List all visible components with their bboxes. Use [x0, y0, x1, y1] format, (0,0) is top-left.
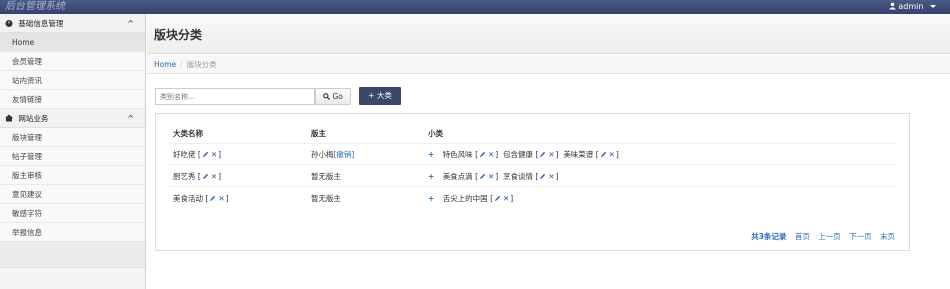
sidebar-item-feedback[interactable]: 意见建议	[0, 185, 145, 204]
plus-icon[interactable]: +	[428, 172, 434, 181]
revoke-moderator-link[interactable]: [撤销]	[334, 150, 355, 159]
total-records: 共3条记录	[751, 232, 787, 241]
home-icon	[5, 114, 13, 122]
pager-first[interactable]: 首页	[795, 232, 810, 241]
moderator-name: 暂无版主	[311, 194, 341, 203]
sidebar-group-label: 网站业务	[18, 114, 49, 123]
app-title: 后台管理系统	[5, 1, 65, 12]
close-x-icon[interactable]: ✕	[218, 194, 224, 203]
pager-last[interactable]: 末页	[880, 232, 895, 241]
row-divider	[170, 164, 896, 165]
sidebar-item-members[interactable]: 会员管理	[0, 52, 145, 71]
table-row-category: 好吃佬 [✕]	[173, 150, 222, 159]
pencil-icon[interactable]	[539, 173, 546, 180]
subcategory-name: 特色风味	[442, 150, 473, 159]
breadcrumb-current: 版块分类	[186, 60, 217, 69]
user-icon	[888, 2, 896, 10]
table-row-subcategories: + 美食点滴 [✕] 烹食谈情 [✕]	[428, 172, 559, 181]
sidebar-item-boards[interactable]: 版块管理	[0, 128, 145, 147]
page-title: 版块分类	[154, 28, 203, 42]
close-x-icon[interactable]: ✕	[488, 172, 494, 181]
breadcrumb: Home / 版块分类	[147, 55, 950, 74]
table-row-category: 美食活动 [✕]	[173, 194, 229, 203]
pagination: 共3条记录 首页 上一页 下一页 末页	[745, 231, 895, 242]
dashboard-icon	[5, 20, 13, 27]
sidebar-item-news[interactable]: 站内资讯	[0, 71, 145, 90]
main-content: 版块分类 Home/版块分类 Go + 大类 大类名称 版主 小类 好吃佬 [✕…	[147, 14, 950, 289]
pencil-icon[interactable]	[539, 151, 546, 158]
close-x-icon[interactable]: ✕	[548, 172, 554, 181]
moderator-name: 暂无版主	[311, 172, 341, 181]
table-row-category: 厨艺秀 [✕]	[173, 172, 222, 181]
sidebar-group-business[interactable]: 网站业务 ^	[0, 109, 145, 128]
go-label: Go	[332, 92, 343, 101]
table-row-moderator: 暂无版主	[311, 193, 341, 204]
moderator-name: 孙小梅	[311, 150, 334, 159]
category-name: 厨艺秀	[173, 172, 196, 181]
pager-prev[interactable]: 上一页	[818, 232, 841, 241]
sidebar-footer	[0, 242, 145, 268]
sidebar-item-sensitive-words[interactable]: 敏感字符	[0, 204, 145, 223]
row-divider	[170, 186, 896, 187]
category-name: 好吃佬	[173, 150, 196, 159]
page-header: 版块分类	[147, 14, 950, 54]
breadcrumb-separator: /	[180, 60, 183, 69]
pencil-icon[interactable]	[209, 195, 216, 202]
plus-icon[interactable]: +	[428, 194, 434, 203]
sidebar-group-basic[interactable]: 基础信息管理 ^	[0, 14, 145, 33]
user-menu[interactable]: admin	[888, 2, 936, 12]
table-row-moderator: 暂无版主	[311, 171, 341, 182]
top-navbar: 后台管理系统 admin	[0, 0, 950, 14]
header-subcategories: 小类	[428, 129, 443, 138]
close-x-icon[interactable]: ✕	[488, 150, 494, 159]
close-x-icon[interactable]: ✕	[609, 150, 615, 159]
collapse-toggle[interactable]: ^	[127, 109, 134, 128]
search-icon	[323, 93, 331, 100]
subcategory-name: 包含健康	[503, 150, 533, 159]
pencil-icon[interactable]	[494, 195, 501, 202]
chevron-down-icon	[930, 5, 936, 8]
header-moderator: 版主	[311, 129, 326, 138]
close-x-icon[interactable]: ✕	[503, 194, 509, 203]
table-row-subcategories: + 舌尖上的中国 [✕]	[428, 194, 514, 203]
sidebar-group-label: 基础信息管理	[18, 19, 64, 28]
sidebar-item-links[interactable]: 友情链接	[0, 90, 145, 109]
sidebar-item-moderator-review[interactable]: 版主审核	[0, 166, 145, 185]
sidebar-item-reports[interactable]: 举报信息	[0, 223, 145, 242]
category-name: 美食活动	[173, 194, 203, 203]
collapse-toggle[interactable]: ^	[127, 14, 134, 33]
close-x-icon[interactable]: ✕	[211, 172, 217, 181]
sidebar: 基础信息管理 ^ Home 会员管理 站内资讯 友情链接 网站业务 ^ 版块管理…	[0, 14, 146, 289]
user-name: admin	[898, 2, 924, 11]
pencil-icon[interactable]	[202, 151, 209, 158]
close-x-icon[interactable]: ✕	[211, 150, 217, 159]
subcategory-name: 舌尖上的中国	[442, 194, 488, 203]
pencil-icon[interactable]	[479, 173, 486, 180]
category-table-panel: 大类名称 版主 小类 好吃佬 [✕] 孙小梅[撤销] + 特色风味 [✕] 包含…	[155, 113, 910, 251]
sidebar-item-home[interactable]: Home	[0, 33, 145, 52]
close-x-icon[interactable]: ✕	[548, 150, 554, 159]
breadcrumb-home[interactable]: Home	[154, 60, 176, 69]
table-row-moderator: 孙小梅[撤销]	[311, 149, 354, 160]
row-divider	[170, 143, 896, 144]
sidebar-item-posts[interactable]: 帖子管理	[0, 147, 145, 166]
pencil-icon[interactable]	[479, 151, 486, 158]
plus-icon[interactable]: +	[428, 150, 434, 159]
subcategory-name: 美味菜谱	[563, 150, 594, 159]
subcategory-name: 美食点滴	[442, 172, 473, 181]
category-search-input[interactable]	[155, 88, 315, 105]
go-button[interactable]: Go	[315, 88, 351, 105]
add-category-button[interactable]: + 大类	[359, 87, 401, 105]
pencil-icon[interactable]	[600, 151, 607, 158]
header-category: 大类名称	[173, 129, 203, 138]
table-row-subcategories: + 特色风味 [✕] 包含健康 [✕] 美味菜谱 [✕]	[428, 150, 619, 159]
subcategory-name: 烹食谈情	[503, 172, 533, 181]
pencil-icon[interactable]	[202, 173, 209, 180]
pager-next[interactable]: 下一页	[849, 232, 872, 241]
